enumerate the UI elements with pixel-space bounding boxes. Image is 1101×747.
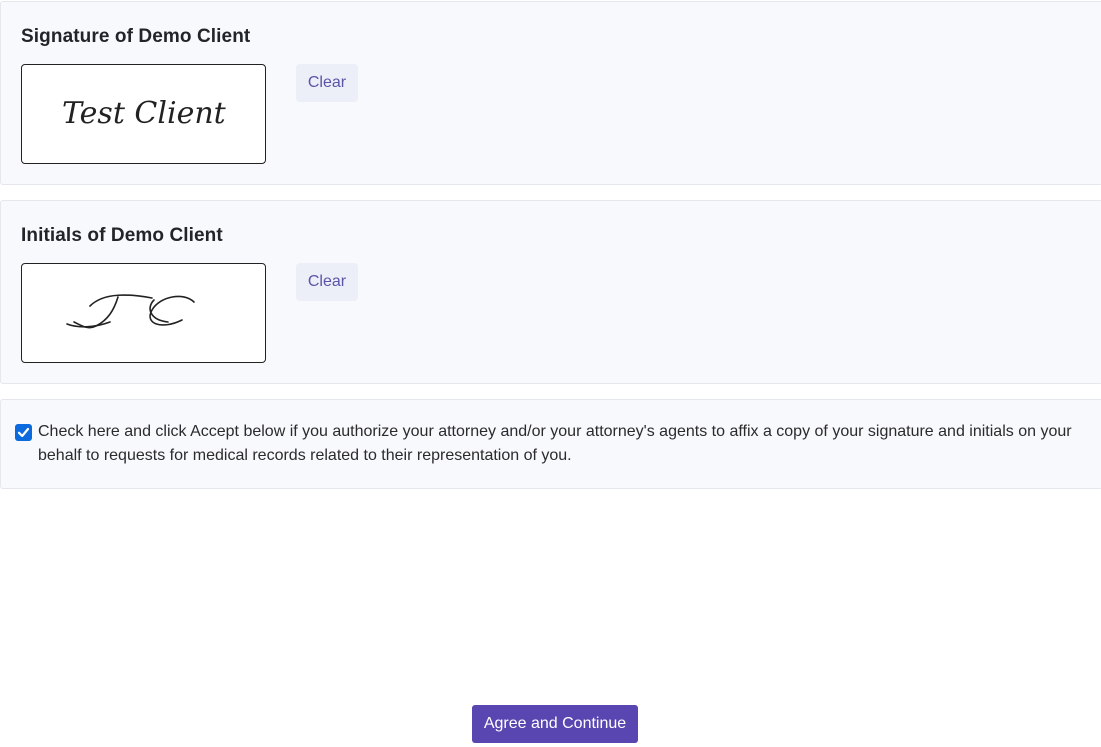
agree-and-continue-button[interactable]: Agree and Continue bbox=[472, 705, 638, 743]
signature-clear-button[interactable]: Clear bbox=[296, 64, 358, 102]
initials-pad[interactable]: TC bbox=[21, 263, 266, 363]
consent-section: Check here and click Accept below if you… bbox=[0, 399, 1101, 489]
initials-drawing: TC bbox=[22, 264, 195, 329]
consent-checkbox[interactable] bbox=[15, 424, 32, 441]
signature-pad[interactable]: Test Client bbox=[21, 64, 266, 164]
signature-drawing: Test Client bbox=[62, 96, 227, 131]
signature-text: Test Client bbox=[62, 96, 227, 131]
initials-title: Initials of Demo Client bbox=[21, 225, 223, 246]
consent-row: Check here and click Accept below if you… bbox=[15, 420, 1082, 468]
initials-text: TC bbox=[22, 264, 24, 265]
signature-section: Signature of Demo Client Test Client Cle… bbox=[0, 1, 1101, 185]
initials-clear-button[interactable]: Clear bbox=[296, 263, 358, 301]
check-icon bbox=[17, 427, 30, 438]
initials-section: Initials of Demo Client TC Clear bbox=[0, 200, 1101, 384]
signature-title: Signature of Demo Client bbox=[21, 26, 251, 47]
consent-text: Check here and click Accept below if you… bbox=[38, 423, 1072, 464]
